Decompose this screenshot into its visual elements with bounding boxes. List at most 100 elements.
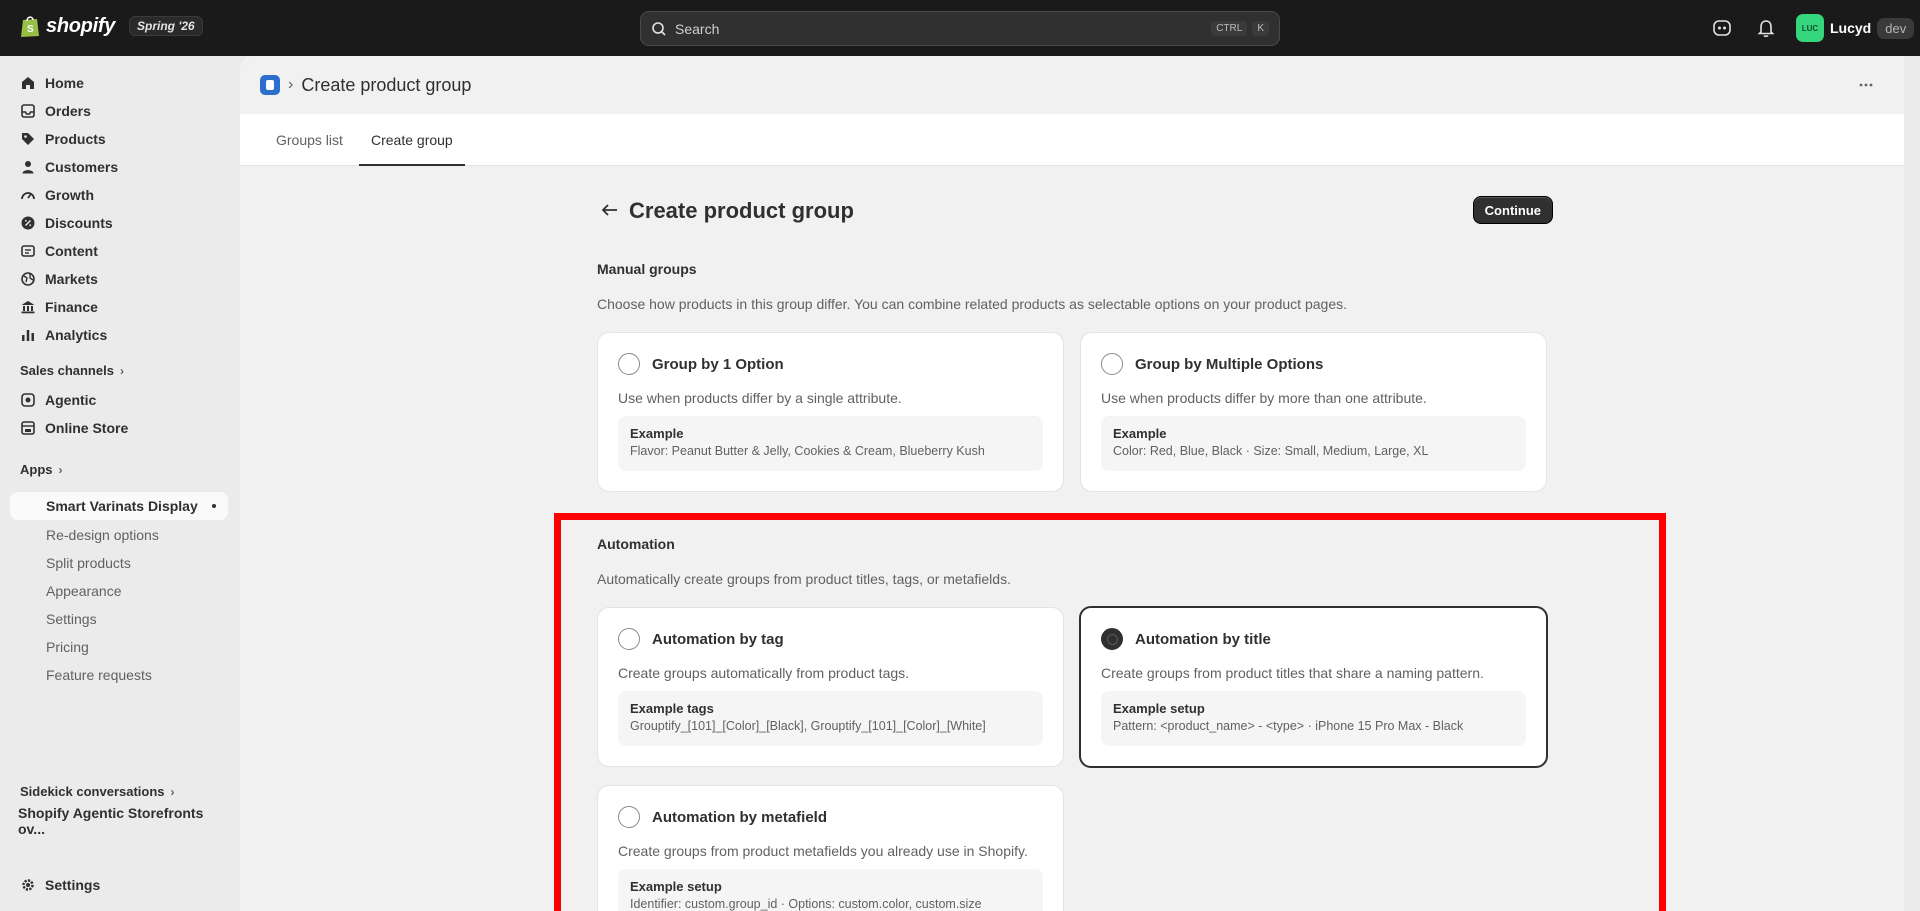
sidebar-item-markets[interactable]: Markets xyxy=(10,265,228,293)
sidebar-item-customers[interactable]: Customers xyxy=(10,153,228,181)
sidebar: Home Orders Products Customers Growth Di… xyxy=(0,56,240,911)
sidebar-item-online-store[interactable]: Online Store xyxy=(10,414,228,442)
example-label: Example setup xyxy=(1113,701,1205,716)
card-title: Automation by metafield xyxy=(652,809,828,826)
sidebar-item-label: Discounts xyxy=(45,215,113,231)
example-label: Example xyxy=(630,426,684,441)
tab-groups-list[interactable]: Groups list xyxy=(276,114,343,166)
tab-create-group[interactable]: Create group xyxy=(359,114,465,166)
gear-icon xyxy=(22,879,34,891)
sales-channels-heading[interactable]: Sales channels › xyxy=(20,363,124,378)
radio-button[interactable] xyxy=(618,806,640,828)
card-title: Group by Multiple Options xyxy=(1135,356,1324,373)
sidebar-item-analytics[interactable]: Analytics xyxy=(10,321,228,349)
sidebar-item-products[interactable]: Products xyxy=(10,125,228,153)
more-icon[interactable] xyxy=(1858,77,1874,93)
apps-label: Apps xyxy=(20,462,53,477)
sidebar-item-label: Analytics xyxy=(45,327,108,343)
example-box: Example setup Pattern: <product_name> - … xyxy=(1101,691,1526,746)
example-box: Example Color: Red, Blue, Black · Size: … xyxy=(1101,416,1526,471)
sidebar-item-smart-variants-display[interactable]: Smart Varinats Display xyxy=(10,492,228,520)
chevron-right-icon: › xyxy=(119,363,124,378)
agentic-icon xyxy=(21,393,35,407)
manual-groups-heading: Manual groups xyxy=(597,261,697,277)
sidebar-sub-redesign-options[interactable]: Re-design options xyxy=(46,527,159,543)
sidekick-conversation-item[interactable]: Shopify Agentic Storefronts ov... xyxy=(8,805,226,837)
store-icon xyxy=(21,421,35,435)
apps-heading[interactable]: Apps › xyxy=(20,462,63,477)
shopify-logo[interactable]: S shopify Spring '26 xyxy=(20,14,203,38)
sidebar-item-growth[interactable]: Growth xyxy=(10,181,228,209)
user-badge: dev xyxy=(1877,17,1915,39)
tab-bar: Groups list Create group xyxy=(240,114,1904,166)
sidebar-item-discounts[interactable]: Discounts xyxy=(10,209,228,237)
radio-button[interactable] xyxy=(618,353,640,375)
sidebar-item-label: Agentic xyxy=(45,392,97,408)
card-description: Use when products differ by a single att… xyxy=(618,390,902,406)
sidebar-item-label: Products xyxy=(45,131,106,147)
radio-button[interactable] xyxy=(1101,353,1123,375)
option-card-group-by-1-option[interactable]: Group by 1 Option Use when products diff… xyxy=(597,332,1064,492)
sidebar-item-agentic[interactable]: Agentic xyxy=(10,386,228,414)
back-arrow-icon[interactable] xyxy=(601,202,619,218)
sidebar-item-label: Home xyxy=(45,75,84,91)
sidekick-icon[interactable] xyxy=(1711,17,1733,39)
sidekick-conversations-label: Sidekick conversations xyxy=(20,784,165,799)
sidebar-item-label: Orders xyxy=(45,103,91,119)
sidebar-item-settings[interactable]: Settings xyxy=(10,871,228,899)
app-icon[interactable] xyxy=(260,75,280,95)
card-description: Use when products differ by more than on… xyxy=(1101,390,1427,406)
app-page-title: Create product group xyxy=(301,74,472,95)
example-text: Identifier: custom.group_id · Options: c… xyxy=(630,897,982,911)
sidebar-item-label: Growth xyxy=(45,187,94,203)
top-bar: S shopify Spring '26 CTRL K LUC Lucyd de… xyxy=(0,0,1920,56)
sidebar-item-content[interactable]: Content xyxy=(10,237,228,265)
sidebar-sub-pricing[interactable]: Pricing xyxy=(46,639,89,655)
sidebar-item-home[interactable]: Home xyxy=(10,69,228,97)
automation-description: Automatically create groups from product… xyxy=(597,571,1011,587)
option-card-automation-by-tag[interactable]: Automation by tag Create groups automati… xyxy=(597,607,1064,767)
shopify-bag-icon: S xyxy=(21,16,39,37)
search-bar[interactable]: CTRL K xyxy=(640,11,1280,46)
card-description: Create groups automatically from product… xyxy=(618,665,910,681)
sidebar-item-finance[interactable]: Finance xyxy=(10,293,228,321)
option-card-automation-by-title[interactable]: Automation by title Create groups from p… xyxy=(1079,606,1548,768)
search-input[interactable] xyxy=(675,20,1207,37)
sidebar-item-label: Customers xyxy=(45,159,119,175)
sales-channels-label: Sales channels xyxy=(20,363,114,378)
card-description: Create groups from product metafields yo… xyxy=(618,843,1028,859)
example-box: Example setup Identifier: custom.group_i… xyxy=(618,869,1043,911)
sidebar-sub-feature-requests[interactable]: Feature requests xyxy=(46,667,152,683)
example-text: Flavor: Peanut Butter & Jelly, Cookies &… xyxy=(630,444,985,458)
option-card-automation-by-metafield[interactable]: Automation by metafield Create groups fr… xyxy=(597,785,1064,911)
shortcut-k: K xyxy=(1252,21,1269,36)
example-box: Example Flavor: Peanut Butter & Jelly, C… xyxy=(618,416,1043,471)
bell-icon[interactable] xyxy=(1755,17,1777,39)
breadcrumb-chevron-icon: › xyxy=(288,76,294,93)
sidekick-conversations-heading[interactable]: Sidekick conversations › xyxy=(20,784,175,799)
example-box: Example tags Grouptify_[101]_[Color]_[Bl… xyxy=(618,691,1043,746)
svg-text:S: S xyxy=(27,24,34,35)
sidebar-sub-settings[interactable]: Settings xyxy=(46,611,97,627)
continue-button[interactable]: Continue xyxy=(1472,196,1553,224)
card-description: Create groups from product titles that s… xyxy=(1101,665,1484,681)
radio-button-selected[interactable] xyxy=(1101,628,1123,650)
sidebar-item-label: Online Store xyxy=(45,420,129,436)
app-header: › Create product group xyxy=(240,56,1904,114)
card-title: Automation by tag xyxy=(652,631,784,648)
sidebar-item-orders[interactable]: Orders xyxy=(10,97,228,125)
radio-button[interactable] xyxy=(618,628,640,650)
gauge-icon xyxy=(21,192,35,200)
option-card-group-by-multiple-options[interactable]: Group by Multiple Options Use when produ… xyxy=(1080,332,1547,492)
sidebar-sub-appearance[interactable]: Appearance xyxy=(46,583,122,599)
bank-icon xyxy=(21,301,35,314)
person-icon xyxy=(22,161,34,174)
example-text: Pattern: <product_name> - <type> · iPhon… xyxy=(1113,719,1464,733)
user-menu[interactable]: LUC Lucyd dev xyxy=(1796,14,1915,42)
main-content: › Create product group Groups list Creat… xyxy=(240,56,1904,911)
sidebar-sub-split-products[interactable]: Split products xyxy=(46,555,131,571)
example-text: Grouptify_[101]_[Color]_[Black], Groupti… xyxy=(630,719,986,733)
sidebar-item-label: Smart Varinats Display xyxy=(46,498,198,514)
discount-icon xyxy=(21,216,35,230)
edition-badge[interactable]: Spring '26 xyxy=(129,16,203,36)
